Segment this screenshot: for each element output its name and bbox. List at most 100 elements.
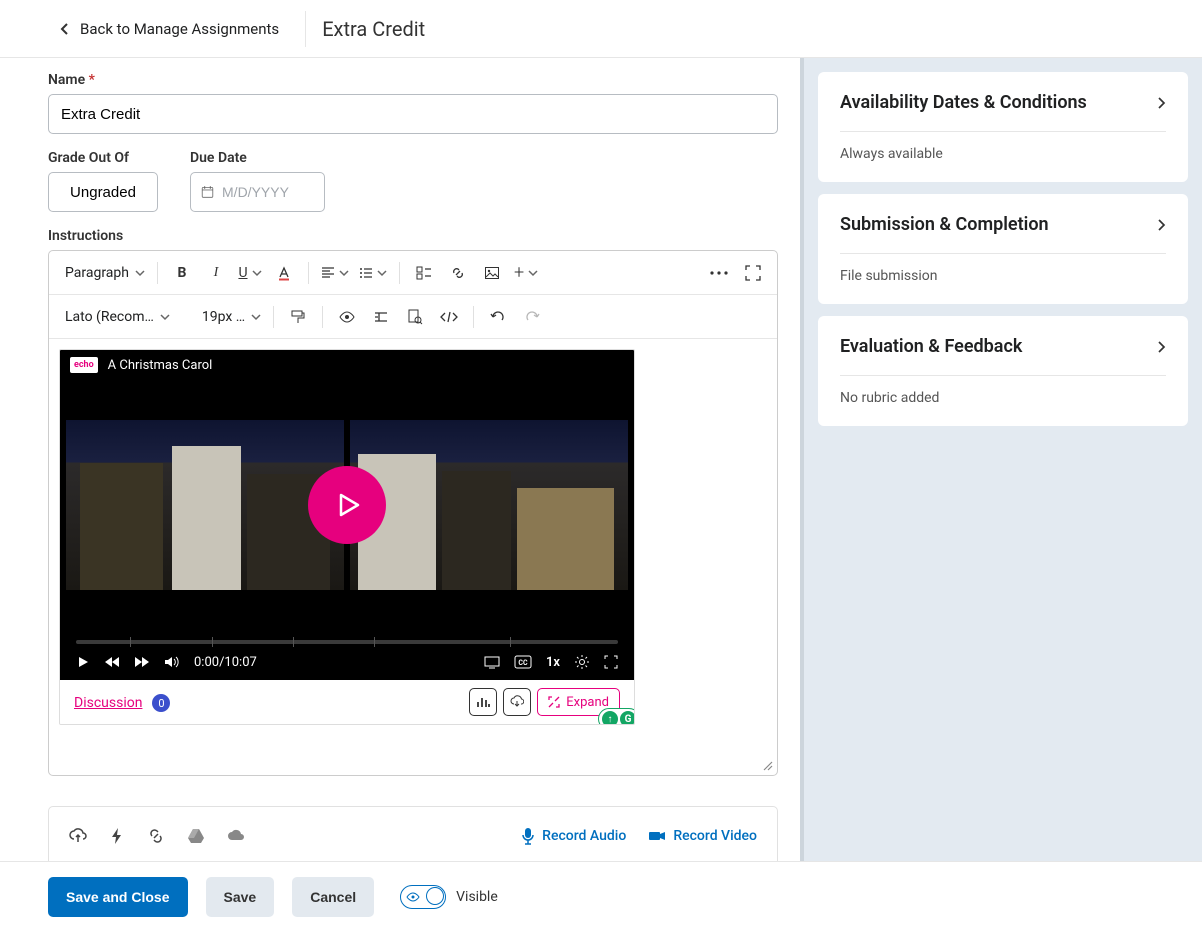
chevron-right-icon (1156, 218, 1166, 232)
find-replace-button[interactable] (399, 301, 431, 333)
editor-content-area[interactable]: echo A Christmas Carol (49, 339, 777, 775)
cc-button[interactable]: CC (514, 655, 532, 669)
back-link[interactable]: Back to Manage Assignments (48, 20, 293, 38)
google-drive-button[interactable] (187, 828, 205, 844)
name-input[interactable] (48, 94, 778, 134)
upload-file-button[interactable] (69, 827, 87, 845)
video-controls: 0:00/10:07 CC 1x (60, 630, 634, 680)
due-date-label: Due Date (190, 150, 325, 166)
video-footer: Discussion 0 Expand (60, 680, 634, 724)
insert-link-button[interactable] (442, 257, 474, 289)
panel-evaluation-header[interactable]: Evaluation & Feedback (840, 336, 1166, 357)
poll-button[interactable] (469, 688, 497, 716)
top-header: Back to Manage Assignments Extra Credit (0, 0, 1202, 58)
insert-image-button[interactable] (476, 257, 508, 289)
discussion-link[interactable]: Discussion (74, 695, 142, 711)
chevron-down-icon (252, 268, 262, 278)
expand-icon (548, 696, 560, 708)
chevron-left-icon (60, 22, 70, 36)
video-body (60, 380, 634, 630)
video-camera-icon (648, 829, 666, 843)
underline-button[interactable]: U (234, 257, 266, 289)
grammarly-up-icon: ↑ (602, 711, 618, 725)
more-actions-button[interactable] (703, 257, 735, 289)
cloud-download-icon (510, 695, 524, 709)
font-size-select[interactable]: 19px … (194, 309, 265, 325)
echo-logo: echo (70, 357, 98, 373)
save-button[interactable]: Save (206, 877, 275, 917)
redo-icon (524, 309, 540, 325)
video-header: echo A Christmas Carol (60, 350, 634, 380)
video-timeline[interactable] (76, 640, 618, 644)
chevron-down-icon (339, 268, 349, 278)
attachment-bar: Record Audio Record Video (48, 806, 778, 861)
grammarly-badge[interactable]: ↑ G (598, 708, 635, 725)
record-video-button[interactable]: Record Video (648, 828, 757, 844)
layout-button[interactable] (484, 655, 500, 669)
search-page-icon (407, 309, 423, 325)
due-date-input-wrap[interactable] (190, 172, 325, 212)
insert-quicklink-button[interactable] (408, 257, 440, 289)
grade-out-of-select[interactable]: Ungraded (48, 172, 158, 212)
save-and-close-button[interactable]: Save and Close (48, 877, 188, 917)
rich-text-editor: Paragraph B I U + (48, 250, 778, 776)
rewind-icon (104, 655, 120, 669)
code-icon (440, 310, 458, 324)
resize-handle-icon[interactable] (761, 759, 773, 771)
link-icon (450, 265, 466, 281)
video-time: 0:00/10:07 (194, 655, 257, 670)
link-icon (147, 827, 165, 845)
list-button[interactable] (355, 257, 391, 289)
forward-icon (134, 655, 150, 669)
forward-button[interactable] (134, 655, 150, 669)
cancel-button[interactable]: Cancel (292, 877, 374, 917)
play-small-button[interactable] (76, 655, 90, 669)
text-color-button[interactable] (268, 257, 300, 289)
source-code-button[interactable] (433, 301, 465, 333)
toggle-knob (426, 887, 444, 905)
download-button[interactable] (503, 688, 531, 716)
discussion-count-badge: 0 (152, 694, 170, 712)
rewind-button[interactable] (104, 655, 120, 669)
play-icon (330, 488, 364, 522)
panel-availability-header[interactable]: Availability Dates & Conditions (840, 92, 1166, 113)
discussion-link-wrap[interactable]: Discussion 0 (74, 692, 170, 713)
italic-button[interactable]: I (200, 257, 232, 289)
calendar-icon (201, 184, 214, 200)
bold-button[interactable]: B (166, 257, 198, 289)
paint-roller-icon (290, 309, 306, 325)
fullscreen-video-button[interactable] (604, 655, 618, 669)
onedrive-button[interactable] (227, 829, 247, 843)
undo-button[interactable] (482, 301, 514, 333)
font-family-select[interactable]: Lato (Recom… (57, 309, 174, 325)
due-date-input[interactable] (222, 184, 314, 200)
undo-icon (490, 309, 506, 325)
panel-submission: Submission & Completion File submission (818, 194, 1188, 304)
volume-button[interactable] (164, 655, 180, 669)
equation-button[interactable] (365, 301, 397, 333)
image-icon (484, 265, 500, 281)
attach-link-button[interactable] (147, 827, 165, 845)
paragraph-style-select[interactable]: Paragraph (57, 265, 149, 281)
main-column: Name * Grade Out Of Ungraded Due Date In… (0, 58, 804, 861)
quicklink-button[interactable] (109, 827, 125, 845)
panel-availability-subtext: Always available (840, 146, 1166, 162)
settings-button[interactable] (574, 654, 590, 670)
record-audio-button[interactable]: Record Audio (521, 827, 626, 845)
panel-submission-subtext: File submission (840, 268, 1166, 284)
align-button[interactable] (317, 257, 353, 289)
fullscreen-icon (745, 265, 761, 281)
visibility-toggle[interactable] (400, 885, 446, 909)
eye-icon (339, 309, 355, 325)
gear-icon (574, 654, 590, 670)
right-sidebar: Availability Dates & Conditions Always a… (804, 58, 1202, 861)
accessibility-button[interactable] (331, 301, 363, 333)
format-painter-button[interactable] (282, 301, 314, 333)
bar-chart-icon (476, 695, 490, 709)
redo-button[interactable] (516, 301, 548, 333)
fullscreen-button[interactable] (737, 257, 769, 289)
panel-submission-header[interactable]: Submission & Completion (840, 214, 1166, 235)
play-button[interactable] (308, 466, 386, 544)
insert-more-button[interactable]: + (510, 257, 542, 289)
speed-button[interactable]: 1x (546, 655, 560, 670)
